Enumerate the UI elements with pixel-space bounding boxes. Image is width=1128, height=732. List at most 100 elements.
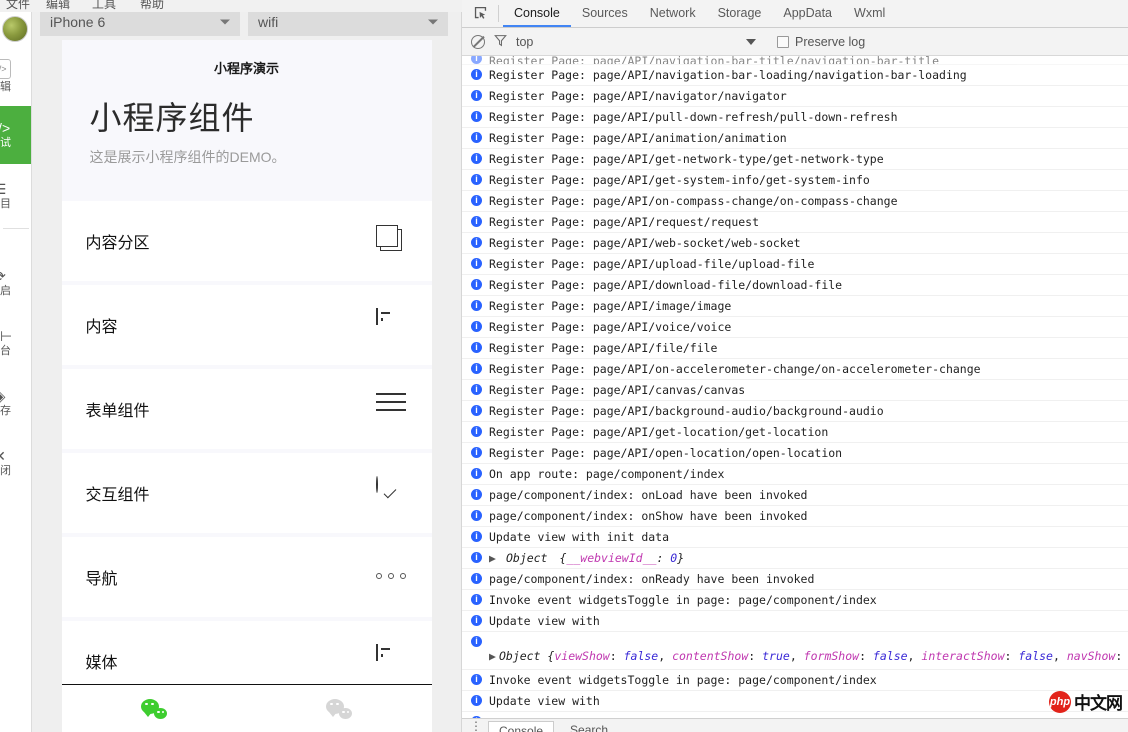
wechat-icon	[141, 699, 167, 719]
wechat-icon	[326, 699, 352, 719]
preserve-log-checkbox[interactable]	[777, 36, 789, 48]
console-line-text: Register Page: page/API/voice/voice	[489, 318, 731, 336]
tab-appdata[interactable]: AppData	[772, 0, 843, 27]
cards-icon	[376, 225, 408, 257]
console-object-line[interactable]: i ▶ Object {__webviewId__: 0}	[462, 548, 1128, 569]
console-line: i Register Page: page/API/web-socket/web-…	[462, 233, 1128, 254]
sidebar-item-cache[interactable]: ◈ 缓存	[0, 377, 32, 429]
sidebar-item-label: 后台	[0, 345, 11, 357]
console-line-text: Invoke event widgetsToggle in page: page…	[489, 591, 877, 609]
menu-item-edit[interactable]: 编辑	[46, 0, 70, 12]
console-line-text: page/component/index: onLoad have been i…	[489, 486, 808, 504]
inspect-cursor-icon[interactable]	[466, 0, 494, 27]
tab-network[interactable]: Network	[639, 0, 707, 27]
sidebar-item-close[interactable]: ✕ 关闭	[0, 437, 32, 489]
tab-wxml[interactable]: Wxml	[843, 0, 896, 27]
tab-console[interactable]: Console	[503, 0, 571, 27]
info-icon: i	[471, 716, 482, 718]
console-line-text: Register Page: page/API/navigator/naviga…	[489, 87, 787, 105]
tab-bar	[62, 684, 432, 732]
console-line-text: Register Page: page/API/on-compass-chang…	[489, 192, 898, 210]
console-line: iRegister Page: page/API/get-system-info…	[462, 170, 1128, 191]
info-icon: i	[471, 153, 482, 164]
info-icon: i	[471, 342, 482, 353]
list-item[interactable]: 交互组件	[62, 453, 432, 533]
check-circle-icon	[376, 477, 408, 509]
console-output[interactable]: i Register Page: page/API/navigation-bar…	[462, 56, 1128, 718]
device-select[interactable]: iPhone 6	[40, 8, 240, 36]
sidebar-item-label: 重启	[0, 285, 11, 297]
sidebar-item-background[interactable]: ⊣⊢ 后台	[0, 317, 32, 369]
console-line-text: Register Page: page/API/canvas/canvas	[489, 381, 745, 399]
sidebar-item-label: 调试	[0, 137, 11, 149]
list-item[interactable]: 导航	[62, 537, 432, 617]
console-line-text: Register Page: page/API/web-socket/web-s…	[489, 234, 801, 252]
network-select[interactable]: wifi	[248, 8, 448, 36]
console-context-value[interactable]: top	[516, 35, 533, 49]
info-icon: i	[471, 174, 482, 185]
console-line-text: Register Page: page/API/pull-down-refres…	[489, 108, 898, 126]
menu-item-file[interactable]: 文件	[6, 0, 30, 12]
console-line-text: Register Page: page/API/request/request	[489, 213, 759, 231]
list-item[interactable]: 媒体	[62, 621, 432, 684]
watermark-badge: php	[1049, 691, 1071, 713]
console-line: iRegister Page: page/API/background-audi…	[462, 401, 1128, 422]
expand-arrow-icon[interactable]: ▶	[489, 649, 496, 663]
menu-item-tools[interactable]: 工具	[92, 0, 116, 12]
console-line: iUpdate view with	[462, 691, 1128, 712]
clear-console-icon[interactable]	[471, 35, 485, 49]
console-line: iRegister Page: page/API/request/request	[462, 212, 1128, 233]
close-icon: ✕	[0, 449, 6, 463]
console-line: iRegister Page: page/API/animation/anima…	[462, 128, 1128, 149]
lines-icon	[376, 393, 408, 425]
console-line: iRegister Page: page/API/voice/voice	[462, 317, 1128, 338]
menu-bar: 文件 编辑 工具 帮助	[0, 0, 462, 12]
info-icon: i	[471, 195, 482, 206]
list-item[interactable]: 内容	[62, 285, 432, 365]
list-item[interactable]: 表单组件	[62, 369, 432, 449]
devtools-drawer: ⋮ Console Search	[462, 718, 1128, 732]
console-line: i page/component/index: onLoad have been …	[462, 485, 1128, 506]
info-icon: i	[471, 237, 482, 248]
console-object-body: {__webviewId__: 0}	[554, 549, 684, 567]
console-line-text: Register Page: page/API/get-network-type…	[489, 150, 884, 168]
phone-scroll-area[interactable]: 小程序演示 小程序组件 这是展示小程序组件的DEMO。 内容分区	[62, 40, 432, 684]
tab-storage[interactable]: Storage	[707, 0, 773, 27]
sidebar-item-label: 关闭	[0, 465, 11, 477]
tab-bar-item-inactive[interactable]	[247, 685, 432, 732]
tab-bar-item-active[interactable]	[62, 685, 247, 732]
console-line: iRegister Page: page/API/on-acceleromete…	[462, 359, 1128, 380]
info-icon: i	[471, 363, 482, 374]
list-icon: ☰	[0, 182, 6, 196]
filter-funnel-icon[interactable]	[494, 34, 507, 50]
menu-item-help[interactable]: 帮助	[140, 0, 164, 12]
info-icon: i	[471, 510, 482, 521]
info-icon: i	[471, 384, 482, 395]
left-sidebar: </> 编辑 </> 调试 ☰ 项目 ⟳ 重启 ⊣⊢ 后台 ◈ 缓存 ✕ 关闭	[0, 0, 32, 732]
sidebar-item-project[interactable]: ☰ 项目	[0, 170, 32, 222]
avatar[interactable]	[2, 16, 28, 42]
drawer-handle-icon[interactable]: ⋮	[470, 720, 482, 732]
drawer-tab-console[interactable]: Console	[488, 721, 554, 732]
refresh-icon: ⟳	[0, 269, 6, 283]
chevron-down-icon[interactable]	[746, 39, 756, 45]
info-icon: i	[471, 468, 482, 479]
list-item[interactable]: 内容分区	[62, 201, 432, 281]
console-object-line[interactable]: i ▶Object {viewShow: false, contentShow:…	[462, 632, 1128, 670]
info-icon: i	[471, 489, 482, 500]
tab-sources[interactable]: Sources	[571, 0, 639, 27]
drawer-tab-search[interactable]: Search	[560, 721, 618, 732]
sidebar-item-edit[interactable]: </> 编辑	[0, 50, 32, 102]
console-line-text: Register Page: page/API/navigation-bar-t…	[489, 57, 939, 65]
list-item-label: 内容	[86, 313, 118, 337]
list-item-label: 交互组件	[86, 481, 150, 505]
preserve-log-toggle[interactable]: Preserve log	[777, 35, 865, 49]
simulator-pane: iPhone 6 wifi 小程序演示 小程序组件 这是展示小程序组件的DEMO…	[32, 0, 462, 732]
console-line: iRegister Page: page/API/navigator/navig…	[462, 86, 1128, 107]
console-object-line[interactable]: i ▶Object {viewShow: false, contentShow:…	[462, 712, 1128, 718]
info-icon: i	[471, 132, 482, 143]
console-line: iRegister Page: page/API/download-file/d…	[462, 275, 1128, 296]
sidebar-item-restart[interactable]: ⟳ 重启	[0, 257, 32, 309]
expand-arrow-icon[interactable]: ▶	[489, 549, 496, 567]
sidebar-item-debug[interactable]: </> 调试	[0, 106, 32, 164]
